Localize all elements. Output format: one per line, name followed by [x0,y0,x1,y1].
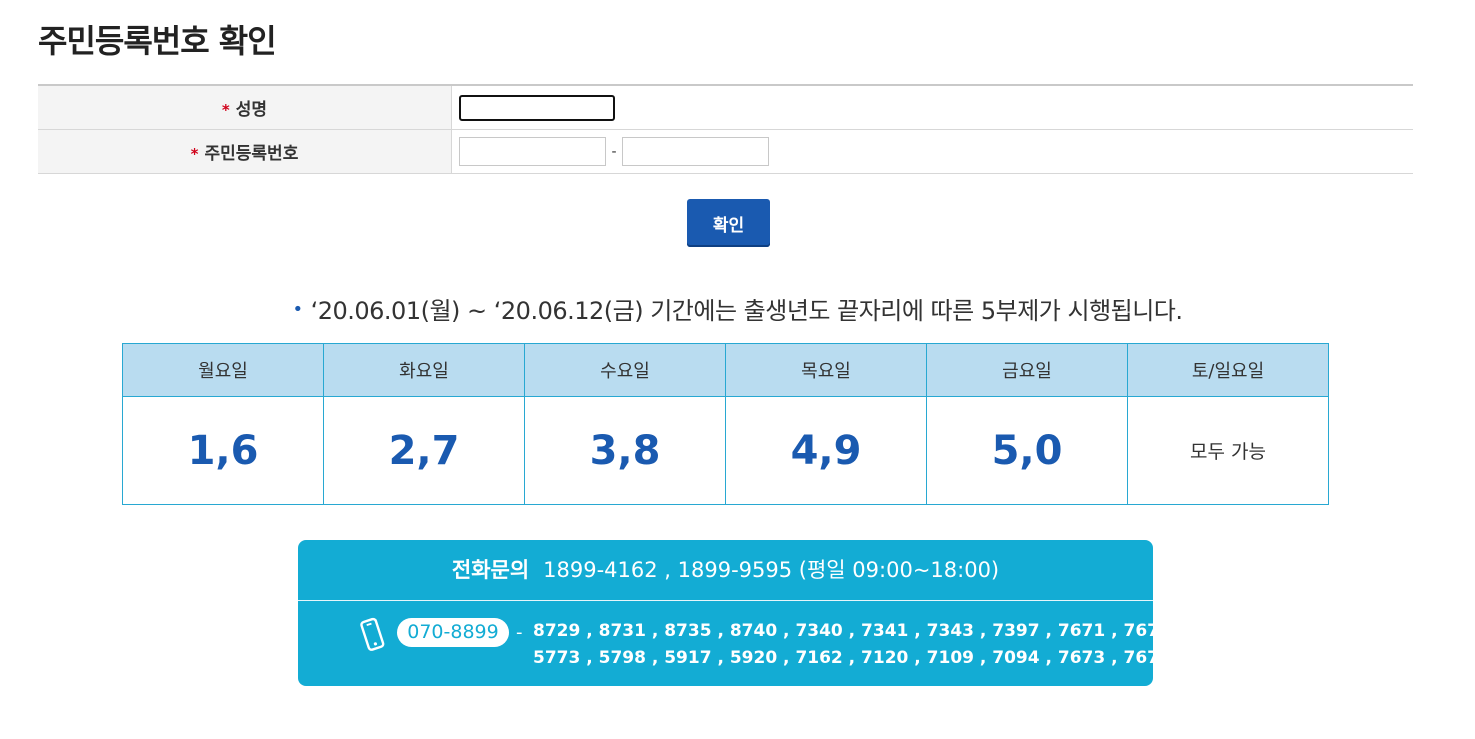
name-label: 성명 [235,100,268,120]
rrn-back-input[interactable] [622,137,769,166]
extension-list-line: 8729 , 8731 , 8735 , 8740 , 7340 , 7341 … [533,621,1171,641]
extension-list-line: 5773 , 5798 , 5917 , 5920 , 7162 , 7120 … [533,648,1171,668]
schedule-value: 5,0 [926,396,1128,505]
schedule-value: 1,6 [122,396,324,505]
schedule-value: 2,7 [323,396,525,505]
schedule-header: 토/일요일 [1127,343,1329,397]
required-mark: * [190,145,199,163]
name-input[interactable] [459,94,615,121]
contact-box: 전화문의 1899-4162 , 1899-9595 (평일 09:00~18:0… [298,540,1171,686]
schedule-header: 수요일 [524,343,726,397]
schedule-value: 4,9 [725,396,927,505]
rrn-separator: - [611,143,617,160]
identity-form: * 성명 * 주민등록번호 - [38,84,1413,174]
notice-line: • ‘20.06.01(월) ~ ‘20.06.12(금) 기간에는 출생년도 끝… [0,291,1475,326]
schedule-value: 모두 가능 [1127,396,1329,505]
name-input-cell [451,85,1413,130]
contact-label: 전화문의 [451,558,530,582]
notice-text: ‘20.06.01(월) ~ ‘20.06.12(금) 기간에는 출생년도 끝자… [310,297,1183,325]
schedule-header: 월요일 [122,343,324,397]
extension-prefix-badge: 070-8899 [397,618,509,647]
name-label-cell: * 성명 [38,85,452,130]
contact-phone-line: 전화문의 1899-4162 , 1899-9595 (평일 09:00~18:0… [298,540,1153,601]
rrn-row: * 주민등록번호 - [38,129,1413,174]
rrn-label-cell: * 주민등록번호 [38,129,452,174]
confirm-button[interactable]: 확인 [687,199,770,247]
page-title: 주민등록번호 확인 [38,22,277,60]
schedule-value-row: 1,6 2,7 3,8 4,9 5,0 모두 가능 [122,396,1329,505]
required-mark: * [221,101,230,119]
schedule-header: 화요일 [323,343,525,397]
schedule-header-row: 월요일 화요일 수요일 목요일 금요일 토/일요일 [122,343,1329,397]
rrn-input-cell: - [451,129,1413,174]
schedule-table: 월요일 화요일 수요일 목요일 금요일 토/일요일 1,6 2,7 3,8 4,… [122,343,1329,505]
name-row: * 성명 [38,85,1413,130]
extension-separator: - [516,622,523,643]
contact-numbers: 1899-4162 , 1899-9595 (평일 09:00~18:00) [543,558,1000,582]
schedule-value: 3,8 [524,396,726,505]
bullet-icon: • [292,299,303,320]
mobile-phone-icon [360,617,385,651]
rrn-label: 주민등록번호 [204,144,299,164]
contact-extension-block: 070-8899 - 8729 , 8731 , 8735 , 8740 , 7… [298,601,1171,686]
schedule-header: 목요일 [725,343,927,397]
rrn-front-input[interactable] [459,137,606,166]
schedule-header: 금요일 [926,343,1128,397]
